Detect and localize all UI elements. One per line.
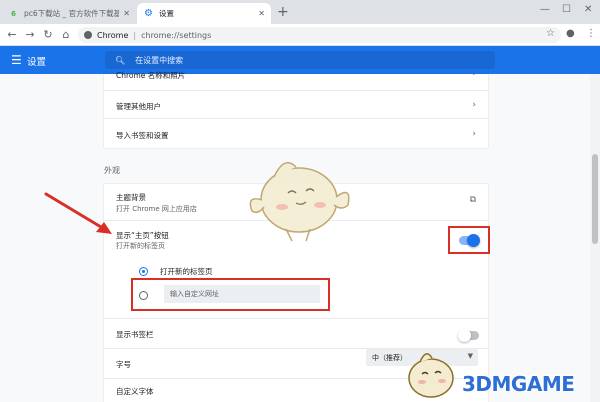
scrollbar[interactable] [590, 74, 600, 402]
chevron-right-icon: › [472, 129, 476, 139]
home-icon[interactable]: ⌂ [58, 27, 74, 43]
pc6-favicon-icon: 6 [11, 9, 16, 18]
toggle-knob [467, 234, 480, 247]
chevron-down-icon: ▼ [467, 352, 473, 360]
toggle-knob [458, 329, 471, 342]
row-label: 自定义字体 [116, 387, 154, 396]
row-label: 主题背景 [116, 193, 146, 202]
settings-title: 设置 [27, 57, 47, 68]
browser-toolbar: ← → ↻ ⌂ Chrome | chrome://settings ☆ ● ⋮ [0, 24, 600, 46]
section-title-appearance: 外观 [104, 166, 120, 175]
row-label: 导入书签和设置 [116, 131, 169, 140]
gear-icon: ⚙ [144, 8, 153, 19]
address-separator: | [133, 30, 137, 40]
chrome-site-icon [84, 31, 92, 39]
tab-strip: 6 pc6下载站 _ 官方软件下载基地_ ✕ ⚙ 设置 ✕ + — ☐ ✕ [0, 0, 600, 24]
minimize-icon[interactable]: — [540, 4, 550, 15]
mascot-image [249, 162, 350, 242]
row-label: 显示“主页”按钮 [116, 231, 169, 240]
red-arrow-icon [44, 192, 112, 234]
maximize-icon[interactable]: ☐ [562, 4, 571, 15]
row-label: Chrome 名称和照片 [116, 71, 186, 80]
address-url: chrome://settings [141, 30, 212, 40]
external-link-icon[interactable]: ⧉ [470, 195, 476, 205]
custom-url-input[interactable] [164, 285, 320, 303]
watermark-mascot-image [408, 353, 454, 398]
close-icon[interactable]: ✕ [123, 9, 130, 18]
forward-icon[interactable]: → [22, 27, 38, 43]
reload-icon[interactable]: ↻ [40, 27, 56, 43]
tab-title: pc6下载站 _ 官方软件下载基地_ [24, 9, 120, 18]
chevron-right-icon: › [472, 69, 476, 79]
account-icon[interactable]: ● [566, 28, 575, 39]
home-button-toggle[interactable] [459, 234, 480, 247]
row-label: 管理其他用户 [116, 102, 161, 111]
row-sublabel: 打开新的标签页 [116, 242, 165, 250]
address-bar[interactable]: Chrome | chrome://settings ☆ [78, 27, 561, 43]
bookmark-star-icon[interactable]: ☆ [546, 28, 555, 39]
row-home-option-newtab[interactable]: 打开新的标签页 [104, 260, 488, 284]
hamburger-menu-icon[interactable]: ☰ [11, 53, 22, 67]
search-input[interactable] [135, 55, 436, 65]
watermark-text: 3DMGAME [462, 372, 575, 396]
tab-pc6[interactable]: 6 pc6下载站 _ 官方软件下载基地_ ✕ [2, 3, 136, 24]
radio-newtab[interactable] [139, 267, 148, 276]
row-chrome-name[interactable]: Chrome 名称和照片 › [104, 66, 488, 90]
row-label: 打开新的标签页 [160, 267, 213, 276]
scrollbar-thumb[interactable] [592, 154, 598, 244]
row-import-bookmarks[interactable]: 导入书签和设置 › [104, 118, 488, 148]
more-menu-icon[interactable]: ⋮ [586, 28, 596, 39]
address-scheme: Chrome [97, 30, 129, 40]
close-icon[interactable]: ✕ [258, 9, 265, 18]
back-icon[interactable]: ← [4, 27, 20, 43]
radio-custom-url[interactable] [139, 291, 148, 300]
bookmarks-bar-toggle[interactable] [458, 329, 479, 342]
window-close-icon[interactable]: ✕ [584, 4, 592, 15]
row-sublabel: 打开 Chrome 网上应用店 [116, 205, 197, 213]
people-card: Chrome 名称和照片 › 管理其他用户 › 导入书签和设置 › [104, 69, 488, 148]
tab-title: 设置 [159, 9, 174, 18]
row-manage-users[interactable]: 管理其他用户 › [104, 90, 488, 118]
new-tab-icon[interactable]: + [277, 4, 289, 20]
row-bookmarks-bar[interactable]: 显示书签栏 [104, 318, 488, 348]
chevron-right-icon: › [472, 100, 476, 110]
tab-settings[interactable]: ⚙ 设置 ✕ [137, 3, 271, 24]
row-label: 字号 [116, 360, 131, 369]
row-label: 显示书签栏 [116, 330, 154, 339]
search-icon: 🔍︎ [115, 55, 126, 65]
